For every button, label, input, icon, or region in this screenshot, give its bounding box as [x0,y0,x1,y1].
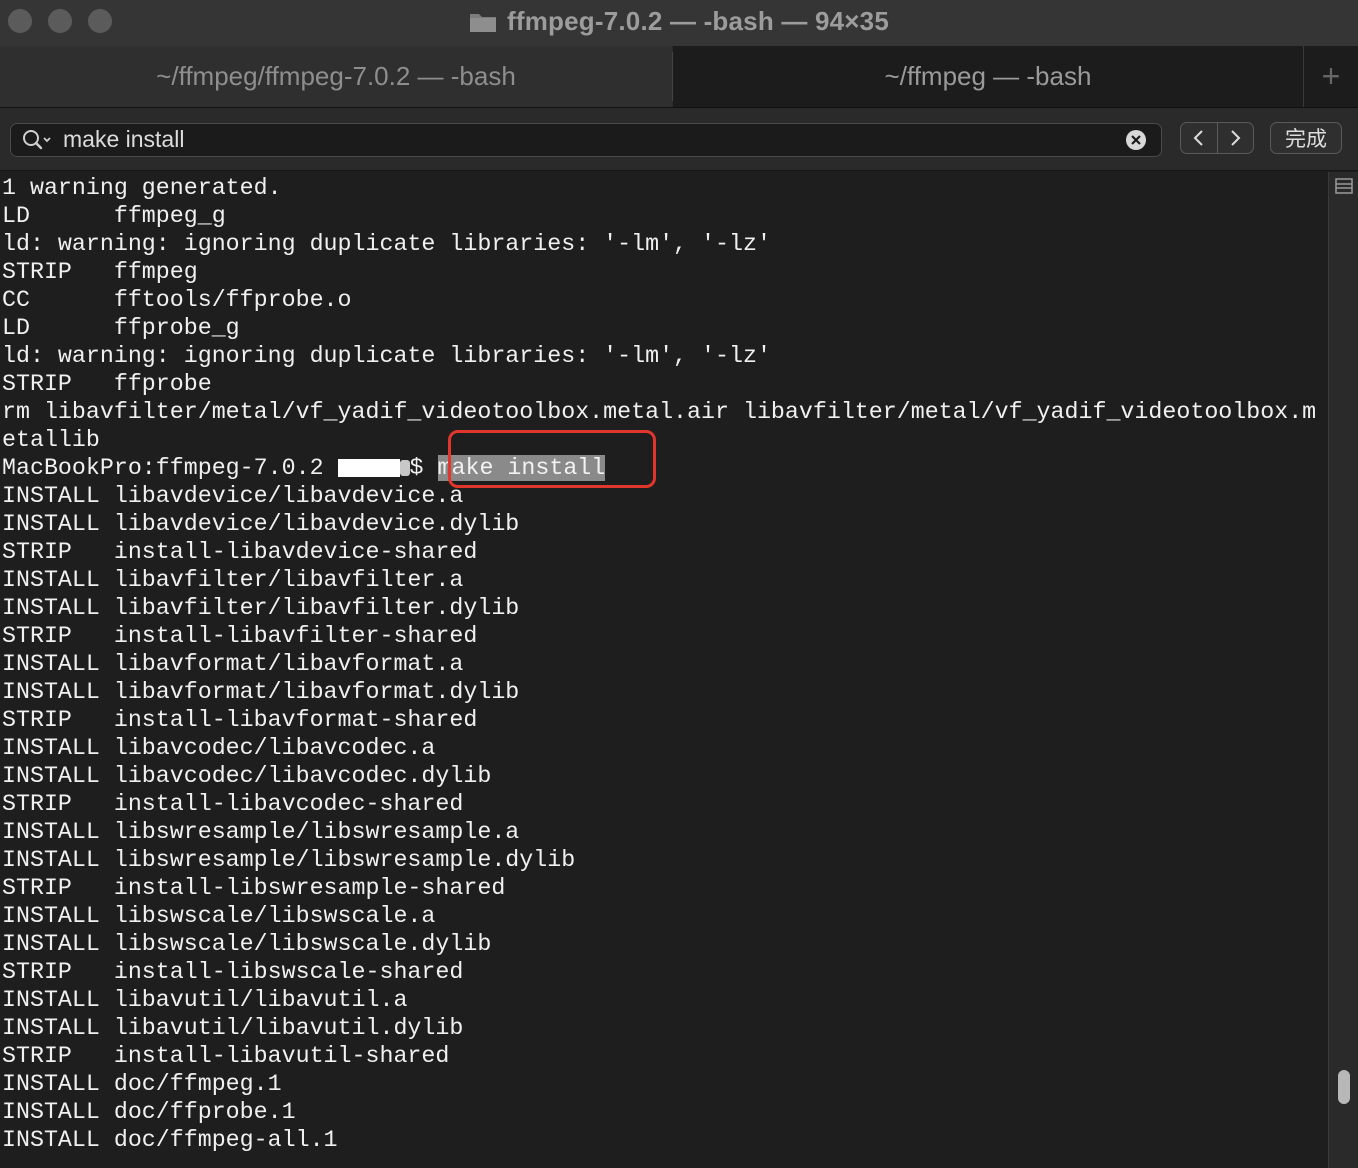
tab-ffmpeg[interactable]: ~/ffmpeg — -bash [673,46,1303,107]
prompt-suffix: $ [409,455,438,481]
terminal-line: STRIP install-libavutil-shared [2,1043,450,1069]
terminal-line: ld: warning: ignoring duplicate librarie… [2,231,771,257]
scrollbar[interactable] [1328,172,1358,1168]
terminal-line: INSTALL libavutil/libavutil.dylib [2,1015,464,1041]
terminal-line: INSTALL libavformat/libavformat.dylib [2,679,520,705]
search-field[interactable]: make install [10,123,1162,157]
terminal-line: STRIP install-libavformat-shared [2,707,478,733]
terminal-line: LD ffmpeg_g [2,203,226,229]
find-previous-button[interactable] [1181,123,1217,153]
terminal-line: INSTALL libswscale/libswscale.dylib [2,931,492,957]
terminal-line: ld: warning: ignoring duplicate librarie… [2,343,771,369]
terminal-line: INSTALL libswscale/libswscale.a [2,903,436,929]
new-tab-button[interactable]: + [1303,46,1358,107]
terminal-line: INSTALL libavdevice/libavdevice.a [2,483,464,509]
terminal-line: INSTALL doc/ffmpeg-all.1 [2,1127,338,1153]
plus-icon: + [1321,58,1341,94]
terminal-line: rm libavfilter/metal/vf_yadif_videotoolb… [2,399,1317,425]
terminal-line: INSTALL libswresample/libswresample.a [2,819,520,845]
terminal-output[interactable]: 1 warning generated. LD ffmpeg_g ld: war… [0,172,1326,1168]
terminal-line: STRIP install-libswscale-shared [2,959,464,985]
terminal-line: INSTALL libavformat/libavformat.a [2,651,464,677]
window-title: ffmpeg-7.0.2 — -bash — 94×35 [506,6,889,36]
terminal-line: STRIP install-libswresample-shared [2,875,506,901]
terminal-line: INSTALL libswresample/libswresample.dyli… [2,847,576,873]
scrollbar-thumb[interactable] [1338,1070,1350,1104]
terminal-line: LD ffprobe_g [2,315,240,341]
find-bar: make install 完成 [0,108,1358,171]
tab-bar: ~/ffmpeg/ffmpeg-7.0.2 — -bash ~/ffmpeg —… [0,46,1358,108]
terminal-line: INSTALL doc/ffmpeg.1 [2,1071,282,1097]
terminal-line: INSTALL libavcodec/libavcodec.dylib [2,763,492,789]
terminal-line: STRIP ffmpeg [2,259,198,285]
search-input[interactable]: make install [63,126,184,153]
terminal-line: STRIP install-libavdevice-shared [2,539,478,565]
prompt-host-path: MacBookPro:ffmpeg-7.0.2 [2,455,338,481]
find-next-button[interactable] [1218,123,1254,153]
tab-label: ~/ffmpeg — -bash [884,61,1092,91]
tab-label: ~/ffmpeg/ffmpeg-7.0.2 — -bash [156,61,516,91]
chevron-right-icon [1231,130,1241,146]
search-icon [23,130,51,150]
folder-icon [469,13,496,32]
terminal-line: etallib [2,427,100,453]
tab-ffmpeg-7-0-2[interactable]: ~/ffmpeg/ffmpeg-7.0.2 — -bash [0,46,672,107]
redacted-username [399,459,410,476]
terminal-line: INSTALL doc/ffprobe.1 [2,1099,296,1125]
find-navigation [1180,122,1254,154]
split-pane-icon[interactable] [1335,178,1353,194]
terminal-line: 1 warning generated. [2,175,282,201]
terminal-line: INSTALL libavcodec/libavcodec.a [2,735,436,761]
terminal-line: STRIP ffprobe [2,371,212,397]
terminal-line: INSTALL libavfilter/libavfilter.dylib [2,595,520,621]
redacted-username [337,458,400,477]
terminal-line: INSTALL libavfilter/libavfilter.a [2,567,464,593]
terminal-line: CC fftools/ffprobe.o [2,287,352,313]
terminal-line: INSTALL libavdevice/libavdevice.dylib [2,511,520,537]
terminal-line: INSTALL libavutil/libavutil.a [2,987,408,1013]
terminal-line: STRIP install-libavcodec-shared [2,791,464,817]
clear-search-icon[interactable] [1125,129,1147,151]
command-callout-box [448,430,656,488]
terminal-line: STRIP install-libavfilter-shared [2,623,478,649]
window-title-group: ffmpeg-7.0.2 — -bash — 94×35 [0,6,1358,37]
title-bar: ffmpeg-7.0.2 — -bash — 94×35 [0,0,1358,46]
done-button[interactable]: 完成 [1270,122,1342,154]
chevron-left-icon [1193,130,1203,146]
